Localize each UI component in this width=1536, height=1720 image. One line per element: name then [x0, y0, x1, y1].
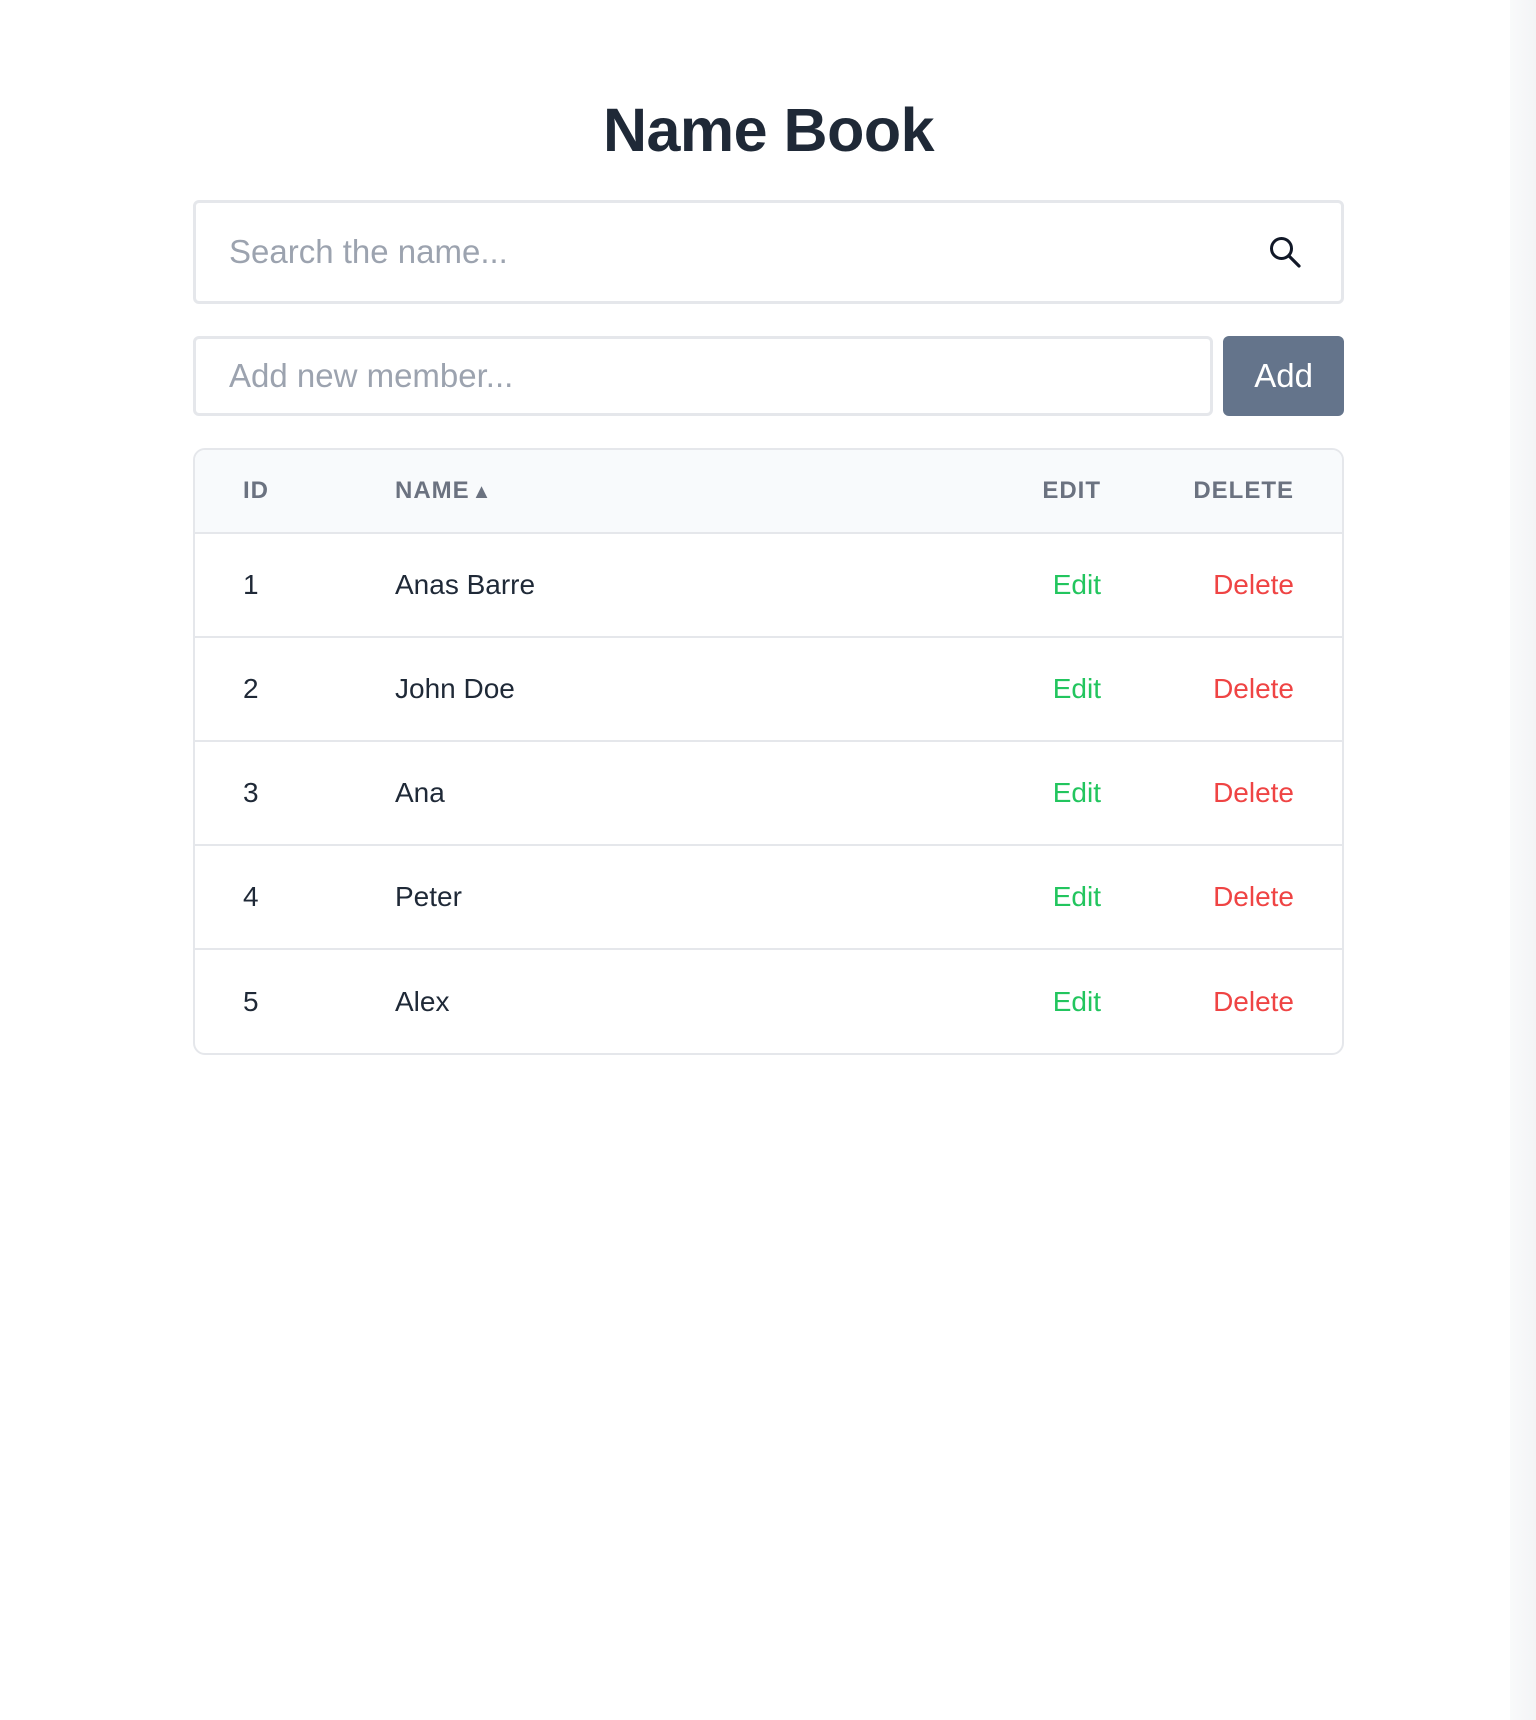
table-row: 1 Anas Barre Edit Delete	[195, 533, 1342, 638]
page: Name Book Add ID NAME▲ EDIT	[0, 0, 1536, 1720]
delete-link[interactable]: Delete	[1213, 569, 1294, 600]
delete-link[interactable]: Delete	[1213, 673, 1294, 704]
column-header-delete: DELETE	[1101, 450, 1342, 534]
row-name: John Doe	[395, 637, 836, 742]
members-table: ID NAME ▲ EDIT DELETE 1 Anas Barre Edit D…	[193, 448, 1344, 1055]
row-name: Peter	[395, 845, 836, 950]
search-input[interactable]	[196, 203, 1265, 301]
sort-ascending-icon[interactable]: ▲	[472, 481, 493, 503]
column-header-id-label: ID	[243, 477, 269, 504]
edit-link[interactable]: Edit	[1053, 569, 1101, 600]
row-id: 5	[243, 985, 259, 1017]
table-row: 2 John Doe Edit Delete	[195, 637, 1342, 742]
column-header-id[interactable]: ID	[195, 450, 395, 534]
delete-link[interactable]: Delete	[1213, 777, 1294, 808]
add-member-input[interactable]	[193, 336, 1214, 416]
search-icon[interactable]	[1265, 232, 1305, 272]
row-id: 2	[195, 637, 395, 742]
column-header-name[interactable]: NAME ▲	[395, 450, 836, 534]
row-name: Alex	[395, 985, 450, 1017]
edit-link[interactable]: Edit	[1053, 777, 1101, 808]
delete-link[interactable]: Delete	[1213, 881, 1294, 912]
search-box	[193, 200, 1344, 304]
scrollbar-track[interactable]	[1510, 0, 1536, 1720]
table-header-row: ID NAME ▲ EDIT DELETE	[195, 450, 1342, 534]
name-book-app: Name Book Add ID NAME▲ EDIT	[193, 0, 1344, 1055]
add-member-row: Add	[193, 336, 1344, 416]
column-header-delete-label: DELETE	[1193, 477, 1294, 504]
column-header-edit-label: EDIT	[1042, 477, 1101, 504]
page-title: Name Book	[602, 96, 935, 164]
edit-link[interactable]: Edit	[1053, 881, 1101, 912]
row-name: Anas Barre	[395, 533, 836, 638]
row-id: 4	[195, 845, 395, 950]
table-row: 3 Ana Edit Delete	[195, 741, 1342, 846]
delete-link[interactable]: Delete	[1213, 986, 1294, 1017]
row-id: 1	[195, 533, 395, 638]
table-row: 5 Alex Edit Delete	[195, 949, 1342, 1053]
add-button[interactable]: Add	[1223, 336, 1344, 416]
edit-link[interactable]: Edit	[1053, 986, 1101, 1017]
column-header-name-label: NAME	[395, 477, 470, 504]
edit-link[interactable]: Edit	[1053, 673, 1101, 704]
row-name: Ana	[395, 741, 836, 846]
row-id: 3	[195, 741, 395, 846]
table-row: 4 Peter Edit Delete	[195, 845, 1342, 950]
column-header-edit: EDIT	[836, 450, 1101, 534]
